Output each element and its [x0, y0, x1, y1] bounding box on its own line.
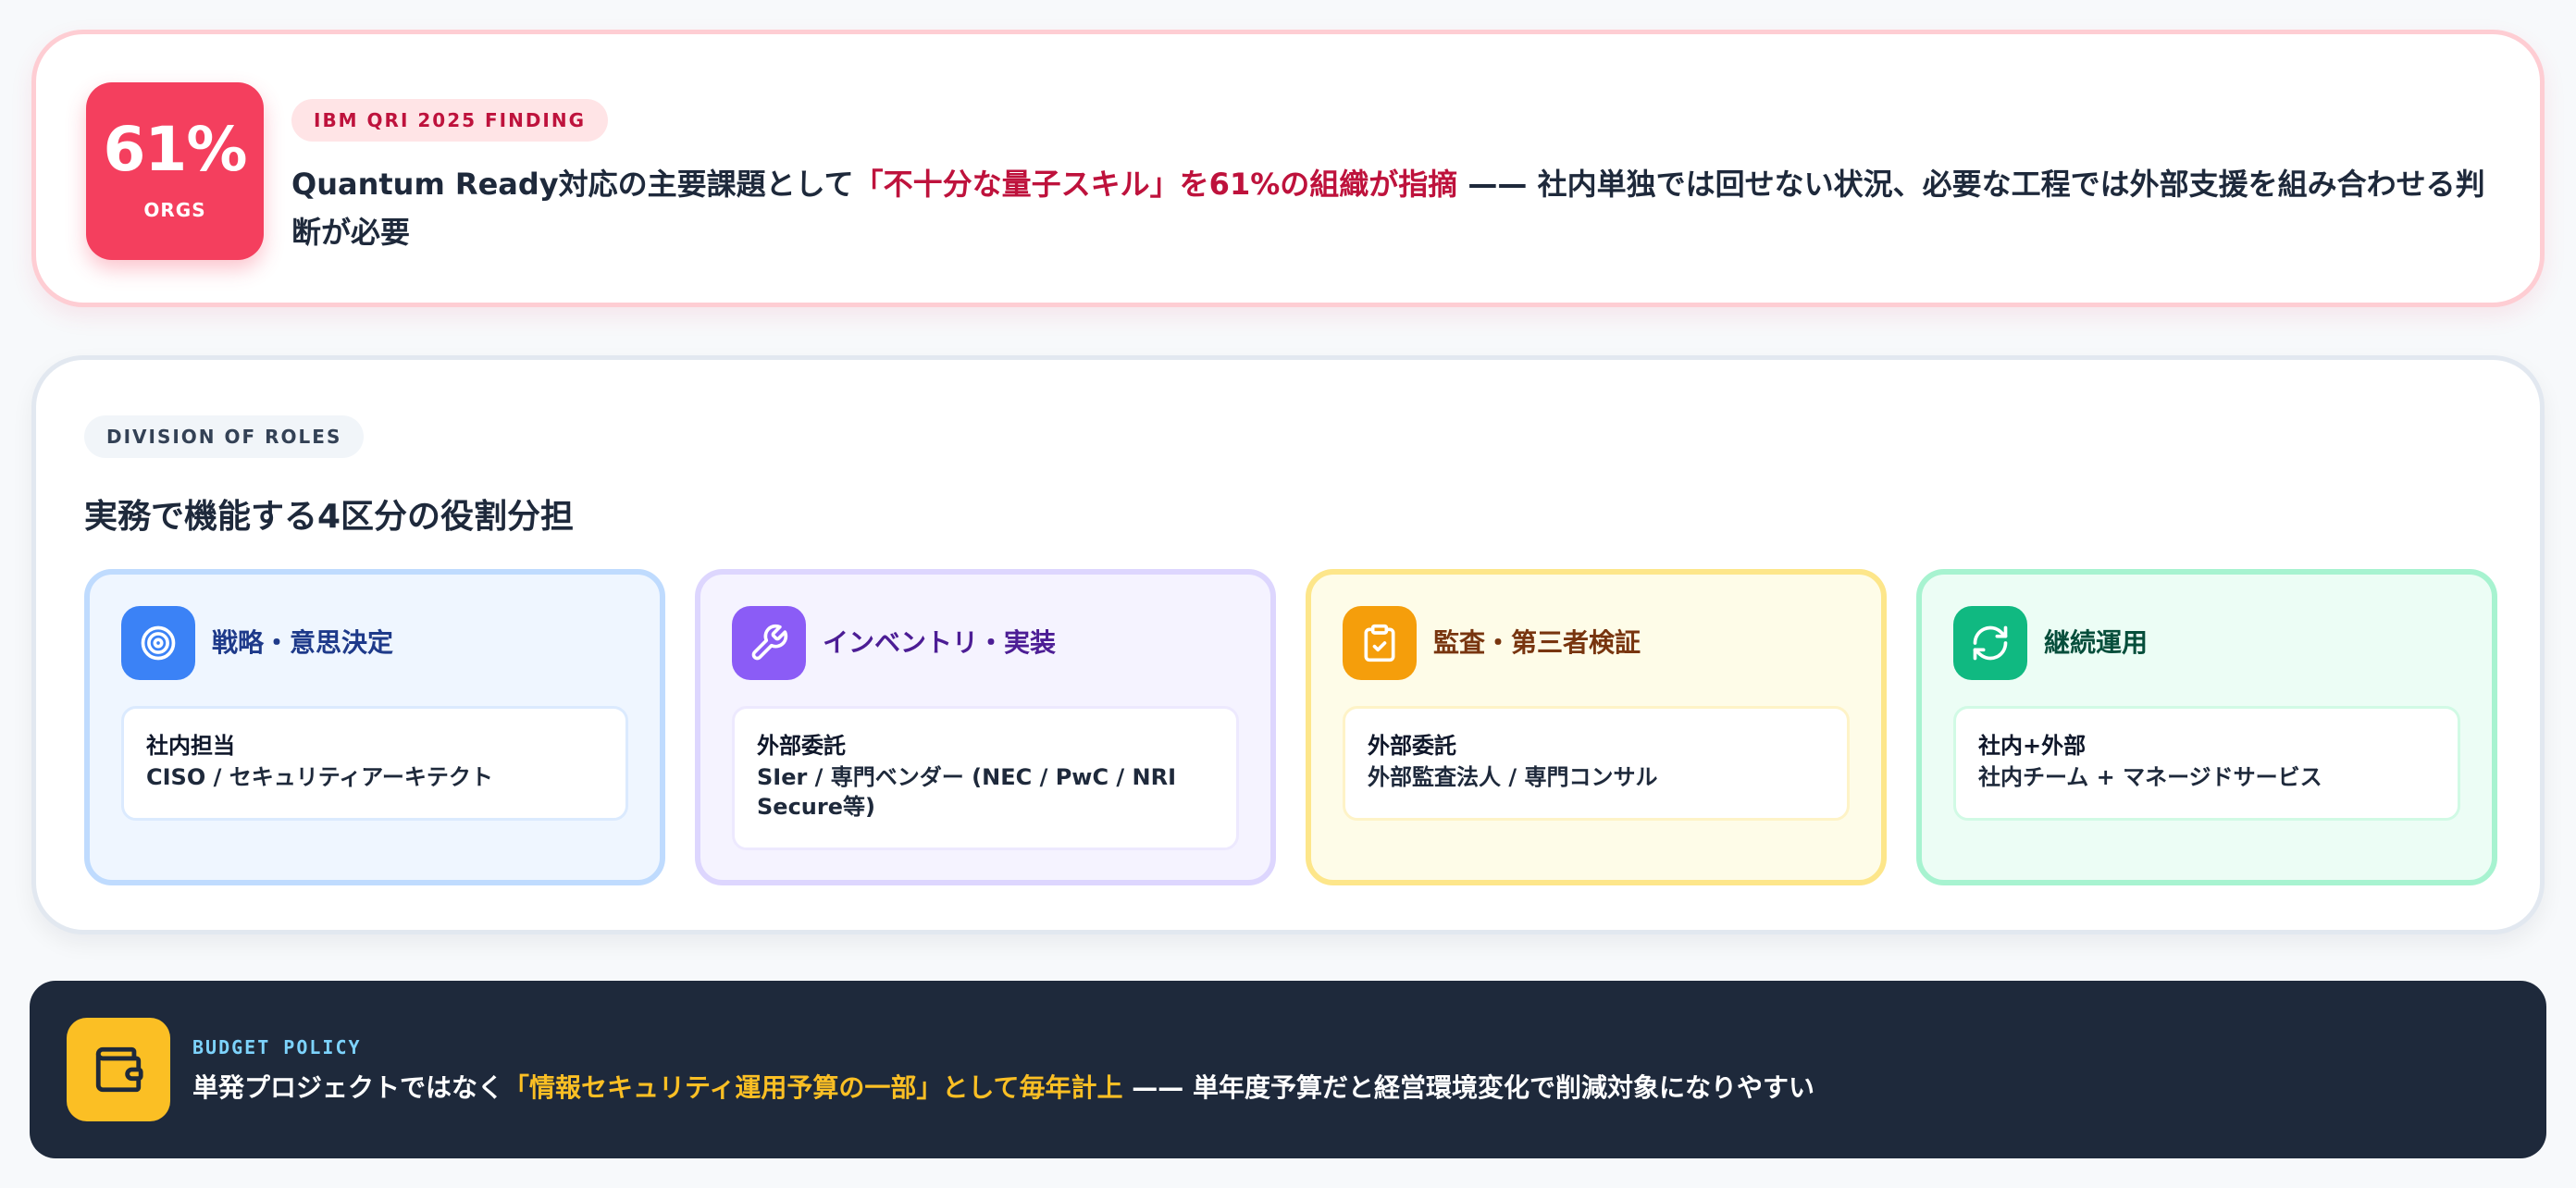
- role-operations: 継続運用 社内+外部 社内チーム + マネージドサービス: [1916, 569, 2497, 885]
- role-assignment: 外部委託 外部監査法人 / 専門コンサル: [1343, 706, 1850, 821]
- budget-policy-bar: BUDGET POLICY 単発プロジェクトではなく「情報セキュリティ運用予算の…: [30, 981, 2546, 1158]
- wrench-icon: [732, 606, 806, 680]
- stat-unit: ORGS: [143, 199, 206, 221]
- finding-text-before: Quantum Ready対応の主要課題として: [291, 167, 854, 202]
- role-title: インベントリ・実装: [823, 627, 1057, 658]
- budget-text-after: —— 単年度予算だと経営環境変化で削減対象になりやすい: [1122, 1072, 1814, 1103]
- budget-text-before: 単発プロジェクトではなく: [192, 1072, 504, 1103]
- target-icon: [121, 606, 195, 680]
- budget-text-highlight: 「情報セキュリティ運用予算の一部」として毎年計上: [503, 1072, 1123, 1103]
- role-owner: 社内担当: [146, 733, 235, 759]
- role-title: 監査・第三者検証: [1433, 627, 1641, 658]
- role-title: 継続運用: [2044, 627, 2149, 658]
- clipboard-check-icon: [1343, 606, 1417, 680]
- finding-text: Quantum Ready対応の主要課題として「不十分な量子スキル」を61%の組…: [291, 160, 2512, 256]
- role-detail: CISO / セキュリティアーキテクト: [146, 764, 493, 790]
- refresh-icon: [1953, 606, 2027, 680]
- wallet-icon: [67, 1018, 170, 1121]
- budget-text: 単発プロジェクトではなく「情報セキュリティ運用予算の一部」として毎年計上 —— …: [192, 1068, 1814, 1108]
- stat-value: 61%: [103, 114, 248, 185]
- roles-card: DIVISION OF ROLES 実務で機能する4区分の役割分担 戦略・意思決…: [31, 355, 2545, 934]
- role-inventory: インベントリ・実装 外部委託 SIer / 専門ベンダー (NEC / PwC …: [695, 569, 1276, 885]
- stat-badge: 61% ORGS: [86, 82, 264, 260]
- role-strategy: 戦略・意思決定 社内担当 CISO / セキュリティアーキテクト: [84, 569, 665, 885]
- roles-tag: DIVISION OF ROLES: [84, 415, 365, 458]
- page: 61% ORGS IBM QRI 2025 FINDING Quantum Re…: [0, 0, 2576, 1188]
- role-detail: SIer / 専門ベンダー (NEC / PwC / NRI Secure等): [757, 764, 1177, 820]
- finding-tag: IBM QRI 2025 FINDING: [291, 99, 609, 142]
- finding-text-highlight: 「不十分な量子スキル」を61%の組織が指摘: [853, 167, 1458, 202]
- role-assignment: 社内担当 CISO / セキュリティアーキテクト: [121, 706, 628, 821]
- role-assignment: 社内+外部 社内チーム + マネージドサービス: [1953, 706, 2460, 821]
- budget-tag: BUDGET POLICY: [192, 1036, 362, 1058]
- role-audit: 監査・第三者検証 外部委託 外部監査法人 / 専門コンサル: [1306, 569, 1887, 885]
- role-title: 戦略・意思決定: [212, 627, 394, 658]
- role-detail: 社内チーム + マネージドサービス: [1978, 764, 2322, 790]
- role-owner: 外部委託: [757, 733, 846, 759]
- finding-card: 61% ORGS IBM QRI 2025 FINDING Quantum Re…: [31, 30, 2545, 307]
- role-detail: 外部監査法人 / 専門コンサル: [1368, 764, 1658, 790]
- roles-title: 実務で機能する4区分の役割分担: [84, 498, 575, 536]
- role-assignment: 外部委託 SIer / 専門ベンダー (NEC / PwC / NRI Secu…: [732, 706, 1239, 850]
- role-owner: 外部委託: [1368, 733, 1456, 759]
- role-owner: 社内+外部: [1978, 733, 2087, 759]
